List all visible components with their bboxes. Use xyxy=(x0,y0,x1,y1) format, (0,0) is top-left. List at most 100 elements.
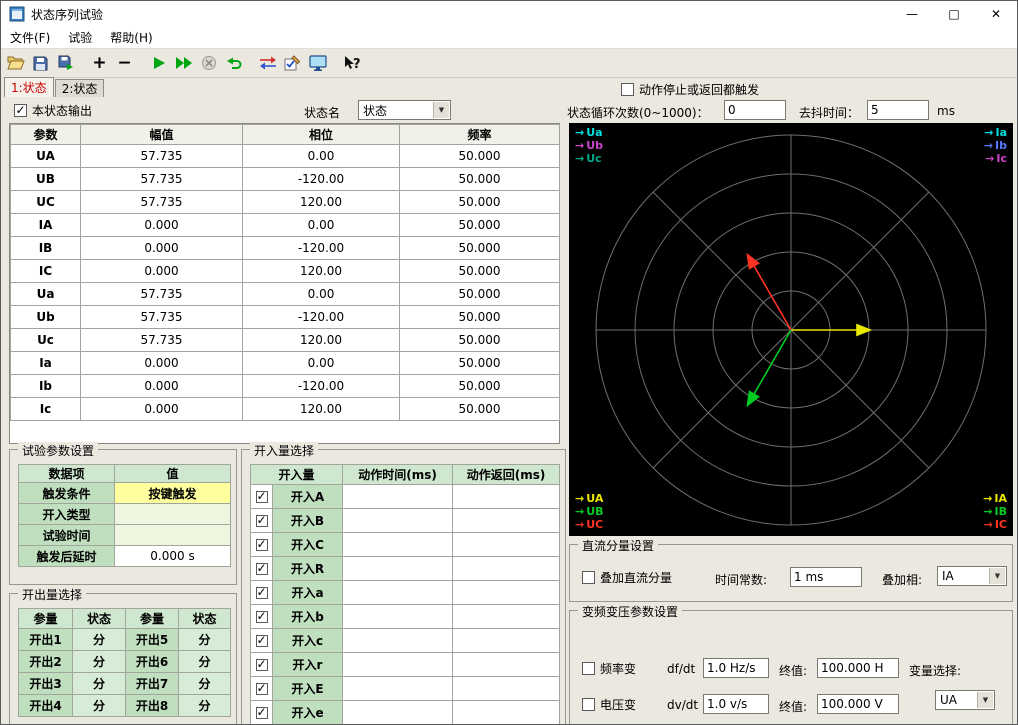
value-cell[interactable]: 50.000 xyxy=(399,167,560,191)
dvdt-input[interactable] xyxy=(703,694,769,714)
save-button[interactable] xyxy=(28,51,53,75)
value-cell[interactable]: 按键触发 xyxy=(114,482,231,504)
time-constant-input[interactable] xyxy=(790,567,862,587)
action-time-cell[interactable] xyxy=(342,532,454,557)
trigger-on-stop-checkbox[interactable]: 动作停止或返回都触发 xyxy=(621,81,759,98)
value-cell[interactable]: 0.00 xyxy=(242,213,400,237)
chevron-down-icon[interactable]: ▼ xyxy=(977,692,993,708)
value-cell[interactable]: 120.00 xyxy=(242,328,400,352)
value-cell[interactable]: -120.00 xyxy=(242,236,400,260)
value-cell[interactable]: 50.000 xyxy=(399,282,560,306)
value-cell[interactable]: 120.00 xyxy=(242,259,400,283)
value-cell[interactable]: 50.000 xyxy=(399,351,560,375)
freq-final-input[interactable] xyxy=(817,658,899,678)
value-cell[interactable]: 57.735 xyxy=(80,190,243,214)
input-enable-checkbox[interactable]: ✓ xyxy=(250,628,273,653)
value-cell[interactable]: 57.735 xyxy=(80,328,243,352)
save-as-button[interactable] xyxy=(53,51,78,75)
value-cell[interactable]: 0.000 xyxy=(80,213,243,237)
tab-state-2[interactable]: 2:状态 xyxy=(54,79,105,97)
value-cell[interactable]: 0.000 xyxy=(80,374,243,398)
value-cell[interactable]: -120.00 xyxy=(242,374,400,398)
action-time-cell[interactable] xyxy=(342,484,454,509)
action-return-cell[interactable] xyxy=(452,508,561,533)
state-cell[interactable]: 分 xyxy=(72,694,126,717)
value-cell[interactable]: 57.735 xyxy=(80,167,243,191)
input-enable-checkbox[interactable]: ✓ xyxy=(250,532,273,557)
chevron-down-icon[interactable]: ▼ xyxy=(433,102,449,118)
state-name-select[interactable]: 状态 ▼ xyxy=(358,100,451,120)
dfdt-input[interactable] xyxy=(703,658,769,678)
value-cell[interactable]: 0.000 xyxy=(80,259,243,283)
value-cell[interactable]: 50.000 xyxy=(399,397,560,421)
value-cell[interactable]: -120.00 xyxy=(242,305,400,329)
input-enable-checkbox[interactable]: ✓ xyxy=(250,604,273,629)
value-cell[interactable]: 0.000 xyxy=(80,351,243,375)
action-time-cell[interactable] xyxy=(342,604,454,629)
value-cell[interactable]: 50.000 xyxy=(399,259,560,283)
state-cell[interactable]: 分 xyxy=(72,650,126,673)
state-cell[interactable]: 分 xyxy=(178,672,231,695)
action-time-cell[interactable] xyxy=(342,628,454,653)
action-time-cell[interactable] xyxy=(342,676,454,701)
loop-count-input[interactable] xyxy=(724,100,786,120)
volt-change-checkbox[interactable]: 电压变 xyxy=(582,696,636,713)
action-return-cell[interactable] xyxy=(452,652,561,677)
debounce-input[interactable] xyxy=(867,100,929,120)
value-cell[interactable]: 57.735 xyxy=(80,305,243,329)
value-cell[interactable]: 50.000 xyxy=(399,305,560,329)
input-enable-checkbox[interactable]: ✓ xyxy=(250,508,273,533)
action-time-cell[interactable] xyxy=(342,700,454,724)
value-cell[interactable]: 50.000 xyxy=(399,374,560,398)
value-cell[interactable] xyxy=(114,503,231,525)
vector-adjust-button[interactable] xyxy=(255,51,280,75)
minimize-button[interactable]: — xyxy=(891,1,933,27)
value-cell[interactable]: 50.000 xyxy=(399,328,560,352)
menu-file[interactable]: 文件(F) xyxy=(1,29,59,46)
value-cell[interactable]: -120.00 xyxy=(242,167,400,191)
menu-help[interactable]: 帮助(H) xyxy=(101,29,161,46)
value-cell[interactable] xyxy=(114,524,231,546)
context-help-button[interactable]: ? xyxy=(339,51,364,75)
value-cell[interactable]: 0.00 xyxy=(242,282,400,306)
value-cell[interactable]: 57.735 xyxy=(80,282,243,306)
state-cell[interactable]: 分 xyxy=(178,650,231,673)
undo-button[interactable] xyxy=(221,51,246,75)
action-time-cell[interactable] xyxy=(342,508,454,533)
value-cell[interactable]: 120.00 xyxy=(242,190,400,214)
edit-settings-button[interactable] xyxy=(280,51,305,75)
value-cell[interactable]: 120.00 xyxy=(242,397,400,421)
open-file-button[interactable] xyxy=(3,51,28,75)
remove-state-button[interactable]: − xyxy=(112,51,137,75)
value-cell[interactable]: 50.000 xyxy=(399,236,560,260)
run-button[interactable] xyxy=(146,51,171,75)
variable-select[interactable]: UA ▼ xyxy=(935,690,995,710)
action-return-cell[interactable] xyxy=(452,700,561,724)
run-continuous-button[interactable] xyxy=(171,51,196,75)
value-cell[interactable]: 0.00 xyxy=(242,351,400,375)
action-return-cell[interactable] xyxy=(452,676,561,701)
value-cell[interactable]: 0.00 xyxy=(242,144,400,168)
action-return-cell[interactable] xyxy=(452,628,561,653)
maximize-button[interactable]: □ xyxy=(933,1,975,27)
freq-change-checkbox[interactable]: 频率变 xyxy=(582,660,636,677)
volt-final-input[interactable] xyxy=(817,694,899,714)
state-cell[interactable]: 分 xyxy=(178,694,231,717)
input-enable-checkbox[interactable]: ✓ xyxy=(250,700,273,724)
close-button[interactable]: ✕ xyxy=(975,1,1017,27)
action-time-cell[interactable] xyxy=(342,580,454,605)
action-time-cell[interactable] xyxy=(342,556,454,581)
action-return-cell[interactable] xyxy=(452,556,561,581)
input-enable-checkbox[interactable]: ✓ xyxy=(250,484,273,509)
action-return-cell[interactable] xyxy=(452,580,561,605)
value-cell[interactable]: 0.000 s xyxy=(114,545,231,567)
input-enable-checkbox[interactable]: ✓ xyxy=(250,556,273,581)
chevron-down-icon[interactable]: ▼ xyxy=(989,568,1005,584)
menu-test[interactable]: 试验 xyxy=(59,29,101,46)
value-cell[interactable]: 0.000 xyxy=(80,236,243,260)
state-cell[interactable]: 分 xyxy=(72,628,126,651)
value-cell[interactable]: 50.000 xyxy=(399,213,560,237)
stop-button[interactable] xyxy=(196,51,221,75)
value-cell[interactable]: 50.000 xyxy=(399,190,560,214)
state-cell[interactable]: 分 xyxy=(72,672,126,695)
